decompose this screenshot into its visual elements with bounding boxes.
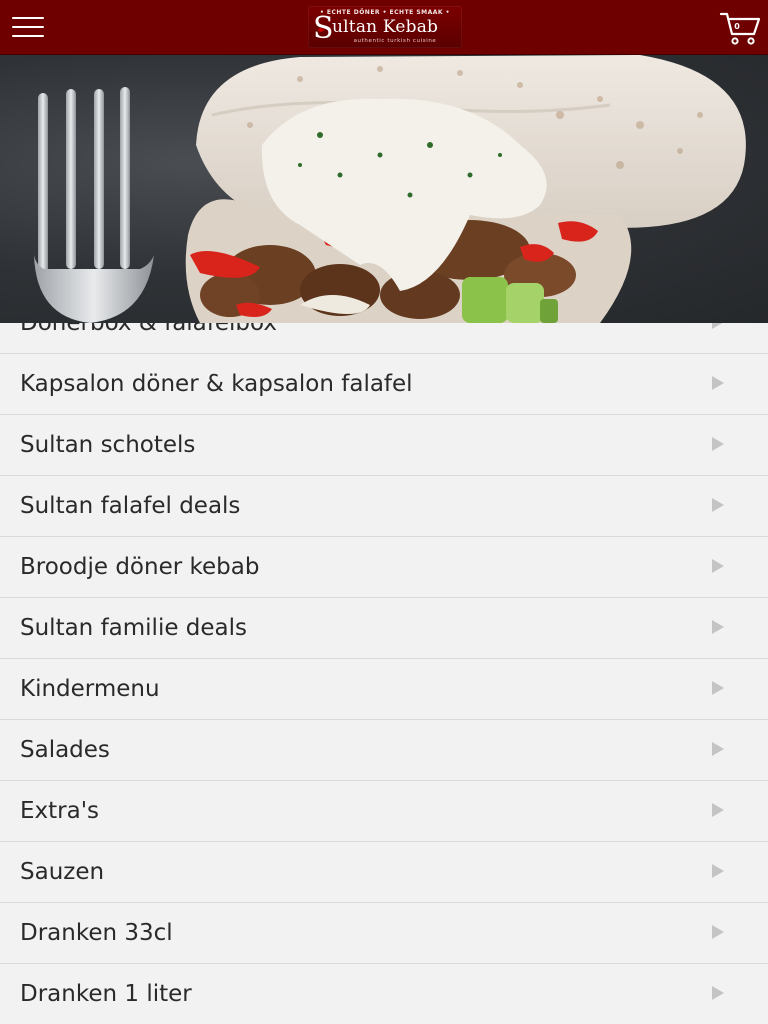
category-row[interactable]: Dranken 1 liter (0, 964, 768, 1024)
category-list: Dönerbox & falafelbox Kapsalon döner & ka… (0, 323, 768, 1024)
category-label: Dönerbox & falafelbox (20, 323, 277, 336)
app: • ECHTE DÖNER • ECHTE SMAAK • S ultan Ke… (0, 0, 768, 1024)
chevron-right-icon (712, 559, 724, 573)
chevron-right-icon (712, 437, 724, 451)
hero-food-image (0, 55, 768, 323)
doner-kebab-photo (34, 55, 746, 323)
chevron-right-icon (712, 925, 724, 939)
category-label: Sauzen (20, 859, 105, 885)
chevron-right-icon (712, 681, 724, 695)
chevron-right-icon (712, 803, 724, 817)
category-row[interactable]: Sauzen (0, 842, 768, 903)
category-row[interactable]: Broodje döner kebab (0, 537, 768, 598)
category-row[interactable]: Dönerbox & falafelbox (0, 323, 768, 354)
category-label: Sultan schotels (20, 432, 196, 458)
svg-text:S: S (313, 11, 334, 44)
category-label: Kapsalon döner & kapsalon falafel (20, 371, 413, 397)
chevron-right-icon (712, 620, 724, 634)
category-label: Sultan familie deals (20, 615, 248, 641)
category-label: Dranken 1 liter (20, 981, 192, 1007)
category-row[interactable]: Kindermenu (0, 659, 768, 720)
logo-subtitle: authentic turkish cuisine (353, 38, 437, 44)
category-row[interactable]: Sultan familie deals (0, 598, 768, 659)
hamburger-menu-icon[interactable] (12, 15, 44, 39)
logo-s-emblem-icon: S (313, 11, 334, 44)
category-row[interactable]: Sultan schotels (0, 415, 768, 476)
chevron-right-icon (712, 742, 724, 756)
chevron-right-icon (712, 498, 724, 512)
sultan-kebab-logo[interactable]: • ECHTE DÖNER • ECHTE SMAAK • S ultan Ke… (308, 6, 462, 48)
category-label: Broodje döner kebab (20, 554, 260, 580)
category-label: Salades (20, 737, 110, 763)
chevron-right-icon (712, 323, 724, 329)
category-label: Dranken 33cl (20, 920, 173, 946)
chevron-right-icon (712, 986, 724, 1000)
shopping-cart-icon[interactable]: 0 (718, 9, 762, 47)
chevron-right-icon (712, 864, 724, 878)
category-label: Sultan falafel deals (20, 493, 241, 519)
chevron-right-icon (712, 376, 724, 390)
cart-count-badge: 0 (734, 22, 740, 31)
top-bar: • ECHTE DÖNER • ECHTE SMAAK • S ultan Ke… (0, 0, 768, 55)
category-row[interactable]: Dranken 33cl (0, 903, 768, 964)
category-label: Kindermenu (20, 676, 160, 702)
logo-name: ultan Kebab (332, 17, 439, 37)
fork-icon (34, 87, 154, 323)
category-row[interactable]: Kapsalon döner & kapsalon falafel (0, 354, 768, 415)
category-row[interactable]: Sultan falafel deals (0, 476, 768, 537)
category-row[interactable]: Salades (0, 720, 768, 781)
category-label: Extra's (20, 798, 100, 824)
category-row[interactable]: Extra's (0, 781, 768, 842)
